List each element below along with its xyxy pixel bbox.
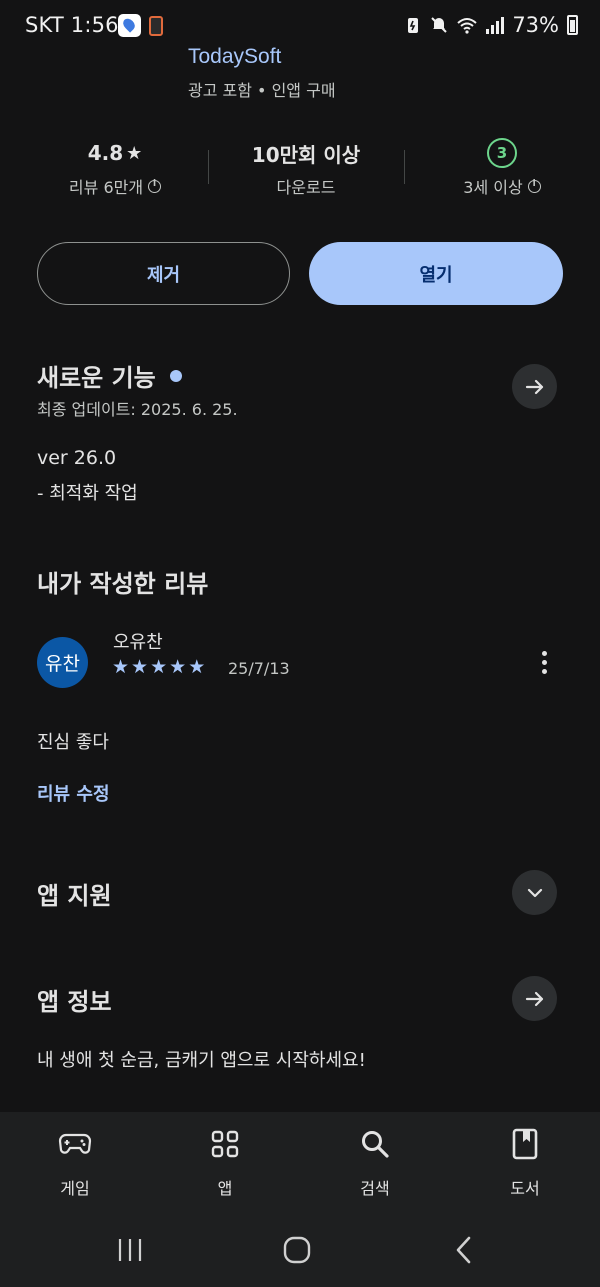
app-developer-name[interactable]: TodaySoft <box>188 45 281 69</box>
star-icon: ★ <box>188 656 206 678</box>
search-icon <box>362 1131 389 1158</box>
review-more-options-icon[interactable] <box>530 646 558 678</box>
signal-icon <box>486 16 505 34</box>
stat-divider <box>208 150 209 184</box>
home-button[interactable] <box>267 1232 327 1268</box>
review-stars: ★ ★ ★ ★ ★ <box>112 655 205 679</box>
chevron-down-icon <box>527 888 542 897</box>
nav-item-books[interactable]: 도서 <box>475 1127 575 1199</box>
stat-divider <box>404 150 405 184</box>
downloads-label: 다운로드 <box>276 178 336 197</box>
my-review-title: 내가 작성한 리뷰 <box>37 570 209 598</box>
downloads-stat: 10만회 이상 다운로드 <box>216 138 396 198</box>
release-notes: - 최적화 작업 <box>37 483 138 504</box>
nav-label-apps: 앱 <box>217 1179 233 1198</box>
reviewer-name: 오유찬 <box>113 632 163 653</box>
version-text: ver 26.0 <box>37 447 117 469</box>
app-notification-icon <box>149 16 163 36</box>
nav-label-books: 도서 <box>510 1179 540 1198</box>
status-bar: SKT 1:56 73% <box>0 0 600 52</box>
star-icon: ★ <box>131 656 149 678</box>
back-button[interactable] <box>434 1232 494 1268</box>
mute-icon <box>431 17 448 33</box>
new-indicator-dot <box>169 370 182 382</box>
stats-row: 4.8 ★ 리뷰 6만개 10만회 이상 다운로드 3 3세 이상 <box>0 138 600 202</box>
whats-new-arrow-button[interactable] <box>512 364 557 409</box>
nav-item-games[interactable]: 게임 <box>25 1127 125 1199</box>
wifi-icon <box>457 18 477 34</box>
arrow-right-icon <box>525 379 543 394</box>
bottom-navigation: 게임 앱 검색 도서 <box>0 1112 600 1212</box>
arrow-right-icon <box>525 991 543 1006</box>
app-support-expand-button[interactable] <box>512 870 557 915</box>
star-icon: ★ <box>150 656 168 678</box>
nav-label-games: 게임 <box>60 1179 90 1198</box>
recent-apps-icon <box>118 1239 142 1261</box>
battery-icon <box>567 15 578 35</box>
nav-label-search: 검색 <box>360 1179 390 1198</box>
whats-new-header[interactable]: 새로운 기능 <box>37 358 182 393</box>
app-support-title[interactable]: 앱 지원 <box>37 876 112 911</box>
whats-new-title: 새로운 기능 <box>37 364 156 392</box>
age-rating-stat[interactable]: 3 3세 이상 <box>412 138 592 198</box>
nav-item-search[interactable]: 검색 <box>325 1127 425 1199</box>
apps-grid-icon <box>211 1130 239 1158</box>
maps-notification-icon <box>118 14 141 37</box>
downloads-value: 10만회 이상 <box>251 142 361 167</box>
status-icons: 73% <box>404 13 578 37</box>
book-icon <box>512 1128 538 1160</box>
battery-percent: 73% <box>512 13 559 37</box>
app-subtitle: 광고 포함 • 인앱 구매 <box>188 81 336 100</box>
star-icon: ★ <box>112 656 130 678</box>
app-details-page: SKT 1:56 73% TodaySoft 광고 포함 • 인앱 구매 4.8… <box>0 0 600 1287</box>
rating-stat[interactable]: 4.8 ★ 리뷰 6만개 <box>25 138 205 198</box>
info-icon <box>148 179 162 193</box>
rating-label: 리뷰 6만개 <box>68 178 144 197</box>
age-rating-badge: 3 <box>487 138 517 168</box>
system-navigation-bar <box>0 1212 600 1287</box>
review-date: 25/7/13 <box>228 659 290 678</box>
home-icon <box>283 1236 311 1264</box>
app-description: 내 생애 첫 순금, 금캐기 앱으로 시작하세요! <box>37 1050 366 1071</box>
rating-value: 4.8 <box>87 141 124 165</box>
open-button[interactable]: 열기 <box>309 242 563 305</box>
edit-review-link[interactable]: 리뷰 수정 <box>37 780 110 806</box>
avatar: 유찬 <box>37 637 88 688</box>
app-info-title[interactable]: 앱 정보 <box>37 982 112 1017</box>
gamepad-icon <box>58 1133 92 1154</box>
back-chevron-icon <box>456 1236 471 1264</box>
recent-apps-button[interactable] <box>100 1232 160 1268</box>
last-updated: 최종 업데이트: 2025. 6. 25. <box>37 400 238 419</box>
star-icon: ★ <box>126 142 143 164</box>
app-info-arrow-button[interactable] <box>512 976 557 1021</box>
info-icon <box>527 179 541 193</box>
carrier-time: SKT 1:56 <box>25 13 119 37</box>
uninstall-button[interactable]: 제거 <box>37 242 290 305</box>
age-rating-label: 3세 이상 <box>463 178 523 197</box>
nav-item-apps[interactable]: 앱 <box>175 1127 275 1199</box>
battery-saver-icon <box>408 18 419 33</box>
review-text: 진심 좋다 <box>37 732 109 753</box>
star-icon: ★ <box>169 656 187 678</box>
